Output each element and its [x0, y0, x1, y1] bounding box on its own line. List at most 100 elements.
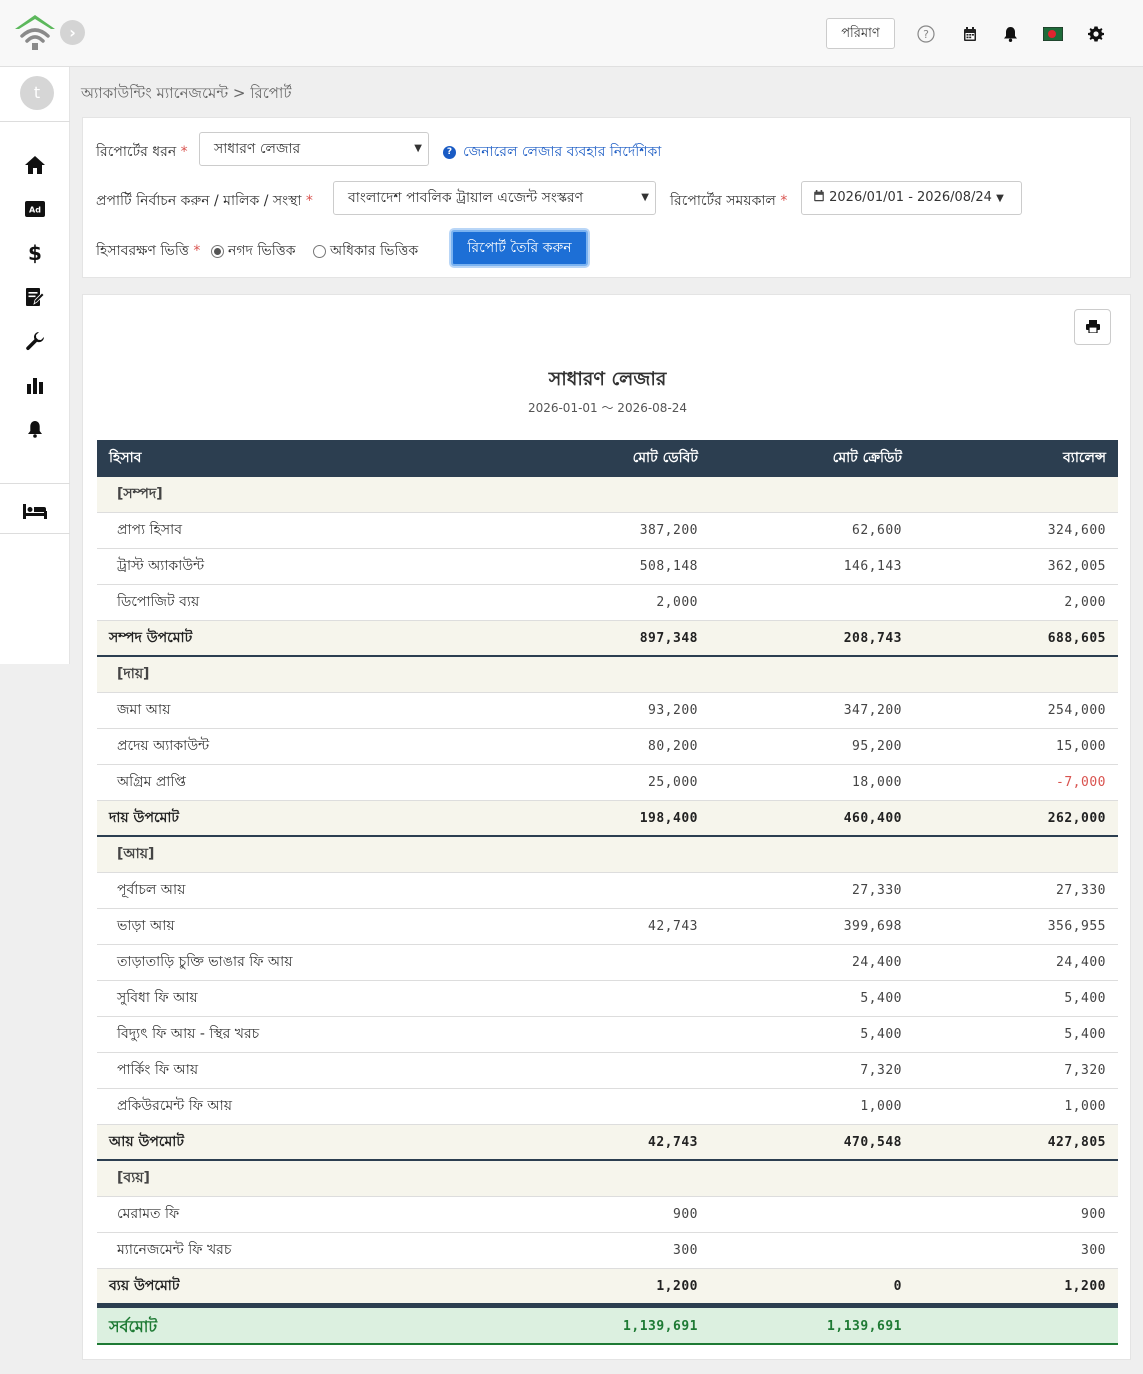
contract-edit-icon[interactable]: [23, 285, 47, 309]
credit-cell: 18,000: [852, 775, 902, 790]
balance-cell: 5,400: [1064, 1027, 1106, 1042]
category-row: [দায়]: [97, 657, 1118, 693]
ledger-body: [সম্পদ] প্রাপ্য হিসাব 387,200 62,600 324,600…: [97, 477, 1118, 1305]
table-row: ডিপোজিট ব্যয় 2,000 2,000: [97, 585, 1118, 621]
bed-icon[interactable]: [23, 499, 47, 523]
account-cell: [দায়]: [117, 666, 150, 682]
notification-bell-icon[interactable]: [23, 417, 47, 441]
debit-cell: 508,148: [639, 559, 698, 574]
top-bar: › পরিমাণ ?: [0, 0, 1143, 67]
table-row: মেরামত ফি 900 900: [97, 1197, 1118, 1233]
balance-cell: -7,000: [1056, 775, 1106, 790]
account-cell: ট্রাস্ট অ্যাকাউন্ট: [117, 558, 205, 574]
sidebar-divider: [0, 483, 70, 484]
sidebar-expand-button[interactable]: ›: [60, 20, 85, 45]
account-cell: অগ্রিম প্রাপ্তি: [117, 774, 186, 790]
ads-icon[interactable]: Ad: [23, 197, 47, 221]
radio-unchecked-icon: [313, 244, 326, 258]
debit-cell: 42,743: [648, 919, 698, 934]
column-header-debit: মোট ডেবিট: [632, 450, 698, 466]
period-date-range-picker[interactable]: 2026/01/01 - 2026/08/24 ▼: [801, 181, 1022, 215]
bangladesh-flag-icon[interactable]: [1043, 24, 1063, 44]
report-date-range: 2026-01-01 〜 2026-08-24: [527, 401, 688, 415]
credit-cell: 470,548: [843, 1135, 902, 1150]
sidebar-divider: [0, 533, 70, 534]
grand-total-label: সর্বমোট: [109, 1317, 158, 1336]
account-cell: সম্পদ উপমোট: [109, 630, 193, 646]
credit-cell: 208,743: [843, 631, 902, 646]
bar-chart-icon[interactable]: [23, 373, 47, 397]
credit-cell: 24,400: [852, 955, 902, 970]
svg-text:Ad: Ad: [29, 206, 41, 215]
app-logo-icon[interactable]: [14, 14, 56, 52]
table-row: ট্রাস্ট অ্যাকাউন্ট 508,148 146,143 362,005: [97, 549, 1118, 585]
gear-icon[interactable]: [1086, 24, 1106, 44]
report-type-label: রিপোর্টের ধরন *: [96, 144, 188, 160]
account-cell: পূর্বাচল আয়: [117, 882, 186, 898]
print-button[interactable]: [1074, 309, 1111, 345]
account-cell: তাড়াতাড়ি চুক্তি ভাঙার ফি আয়: [117, 954, 293, 970]
balance-cell: 300: [1081, 1243, 1106, 1258]
column-header-credit: মোট ক্রেডিট: [832, 450, 902, 466]
credit-cell: 146,143: [843, 559, 902, 574]
account-cell: সুবিধা ফি আয়: [117, 990, 198, 1006]
balance-cell: 356,955: [1047, 919, 1106, 934]
balance-cell: 5,400: [1064, 991, 1106, 1006]
debit-cell: 387,200: [639, 523, 698, 538]
table-row: তাড়াতাড়ি চুক্তি ভাঙার ফি আয় 24,400 24,4…: [97, 945, 1118, 981]
ledger-guide-link[interactable]: ? জেনারেল লেজার ব্যবহার নির্দেশিকা: [443, 140, 661, 164]
account-cell: জমা আয়: [117, 702, 171, 718]
balance-cell: 900: [1081, 1207, 1106, 1222]
credit-cell: 460,400: [843, 811, 902, 826]
table-row: পূর্বাচল আয় 27,330 27,330: [97, 873, 1118, 909]
chevron-down-icon: ▼: [414, 143, 422, 154]
bell-icon[interactable]: [1000, 24, 1020, 44]
property-select[interactable]: বাংলাদেশ পাবলিক ট্রায়াল এজেন্ট সংস্করণ ▼: [333, 181, 656, 215]
balance-cell: 1,200: [1064, 1279, 1106, 1294]
debit-cell: 2,000: [656, 595, 698, 610]
question-circle-icon: ?: [443, 145, 456, 159]
avatar[interactable]: t: [20, 76, 54, 110]
category-row: [সম্পদ]: [97, 477, 1118, 513]
balance-cell: 688,605: [1047, 631, 1106, 646]
balance-cell: 15,000: [1056, 739, 1106, 754]
period-label: রিপোর্টের সময়কাল *: [670, 193, 788, 209]
balance-cell: 2,000: [1064, 595, 1106, 610]
report-title: সাধারণ লেজার: [548, 368, 667, 390]
account-cell: প্রকিউরমেন্ট ফি আয়: [117, 1098, 232, 1114]
generate-report-button[interactable]: রিপোর্ট তৈরি করুন: [451, 230, 588, 266]
subtotal-row: আয় উপমোট 42,743 470,548 427,805: [97, 1125, 1118, 1161]
basis-label: হিসাবরক্ষণ ভিত্তি *: [96, 243, 201, 259]
report-type-select[interactable]: সাধারণ লেজার ▼: [199, 132, 429, 166]
debit-cell: 42,743: [648, 1135, 698, 1150]
balance-cell: 362,005: [1047, 559, 1106, 574]
balance-cell: 1,000: [1064, 1099, 1106, 1114]
basis-accrual-radio[interactable]: অধিকার ভিত্তিক: [313, 239, 418, 263]
credit-cell: 62,600: [852, 523, 902, 538]
property-label: প্রপার্টি নির্বাচন করুন / মালিক / সংস্থা…: [96, 193, 313, 209]
account-cell: আয় উপমোট: [109, 1134, 184, 1150]
table-row: প্রকিউরমেন্ট ফি আয় 1,000 1,000: [97, 1089, 1118, 1125]
basis-cash-radio[interactable]: নগদ ভিত্তিক: [211, 239, 296, 263]
account-cell: [আয়]: [117, 846, 155, 862]
radio-checked-icon: [211, 244, 224, 258]
wrench-icon[interactable]: [23, 329, 47, 353]
unit-button[interactable]: পরিমাণ: [826, 18, 895, 49]
help-icon[interactable]: ?: [916, 24, 936, 44]
credit-cell: 5,400: [860, 991, 902, 1006]
home-icon[interactable]: [23, 153, 47, 177]
account-cell: ম্যানেজমেন্ট ফি খরচ: [117, 1242, 232, 1258]
credit-cell: 95,200: [852, 739, 902, 754]
sidebar-divider: [0, 121, 70, 122]
dollar-icon[interactable]: $: [23, 241, 47, 265]
table-header: হিসাব মোট ডেবিট মোট ক্রেডিট ব্যালেন্স: [97, 440, 1118, 477]
calendar-icon[interactable]: [960, 24, 980, 44]
grand-total-debit: 1,139,691: [623, 1319, 698, 1334]
report-filter-panel: রিপোর্টের ধরন * সাধারণ লেজার ▼ ? জেনারেল …: [82, 117, 1131, 278]
subtotal-row: সম্পদ উপমোট 897,348 208,743 688,605: [97, 621, 1118, 657]
category-row: [আয়]: [97, 837, 1118, 873]
debit-cell: 25,000: [648, 775, 698, 790]
account-cell: প্রদেয় অ্যাকাউন্ট: [117, 738, 210, 754]
account-cell: মেরামত ফি: [117, 1206, 180, 1222]
table-row: পার্কিং ফি আয় 7,320 7,320: [97, 1053, 1118, 1089]
